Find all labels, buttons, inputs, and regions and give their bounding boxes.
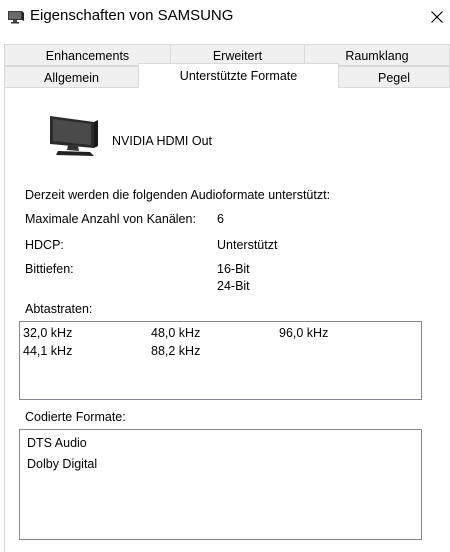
list-item: 44,1 kHz xyxy=(23,344,73,358)
tab-label: Raumklang xyxy=(345,49,409,63)
close-icon xyxy=(431,11,443,23)
tab-label: Allgemein xyxy=(44,71,99,85)
bitdepth-value: 16-Bit xyxy=(217,262,250,276)
list-item: DTS Audio xyxy=(27,436,87,450)
formats-intro: Derzeit werden die folgenden Audioformat… xyxy=(25,188,331,202)
sample-rates-label: Abtastraten: xyxy=(25,302,93,316)
tab-label: Unterstützte Formate xyxy=(179,69,298,83)
list-item: Dolby Digital xyxy=(27,457,98,471)
window-title: Eigenschaften von SAMSUNG xyxy=(30,7,234,24)
bitdepth-value: 24-Bit xyxy=(217,279,250,293)
list-item: 96,0 kHz xyxy=(279,326,329,340)
hdcp-label: HDCP: xyxy=(25,238,64,252)
encoded-formats-list[interactable]: DTS Audio Dolby Digital xyxy=(19,429,422,540)
channels-label: Maximale Anzahl von Kanälen: xyxy=(25,212,196,226)
speaker-icon xyxy=(7,9,25,25)
tab-pegel[interactable]: Pegel xyxy=(338,66,450,88)
sample-rates-list[interactable]: 32,0 kHz 48,0 kHz 96,0 kHz 44,1 kHz 88,2… xyxy=(19,321,422,400)
tab-unterstuetzte-formate[interactable]: Unterstützte Formate xyxy=(138,63,339,88)
tab-allgemein[interactable]: Allgemein xyxy=(4,66,139,88)
monitor-icon xyxy=(48,114,102,158)
title-bar: Eigenschaften von SAMSUNG xyxy=(0,0,450,34)
tab-label: Erweitert xyxy=(212,49,263,63)
channels-value: 6 xyxy=(217,212,224,226)
hdcp-value: Unterstützt xyxy=(217,238,278,252)
list-item: 88,2 kHz xyxy=(151,344,201,358)
encoded-formats-label: Codierte Formate: xyxy=(25,410,126,424)
bitdepth-label: Bittiefen: xyxy=(25,262,74,276)
list-item: 32,0 kHz xyxy=(23,326,73,340)
tab-label: Enhancements xyxy=(45,49,130,63)
close-button[interactable] xyxy=(422,0,450,34)
properties-window: Eigenschaften von SAMSUNG Enhancements E… xyxy=(0,0,450,552)
list-item: 48,0 kHz xyxy=(151,326,201,340)
tab-label: Pegel xyxy=(378,71,410,85)
device-name: NVIDIA HDMI Out xyxy=(112,134,213,148)
